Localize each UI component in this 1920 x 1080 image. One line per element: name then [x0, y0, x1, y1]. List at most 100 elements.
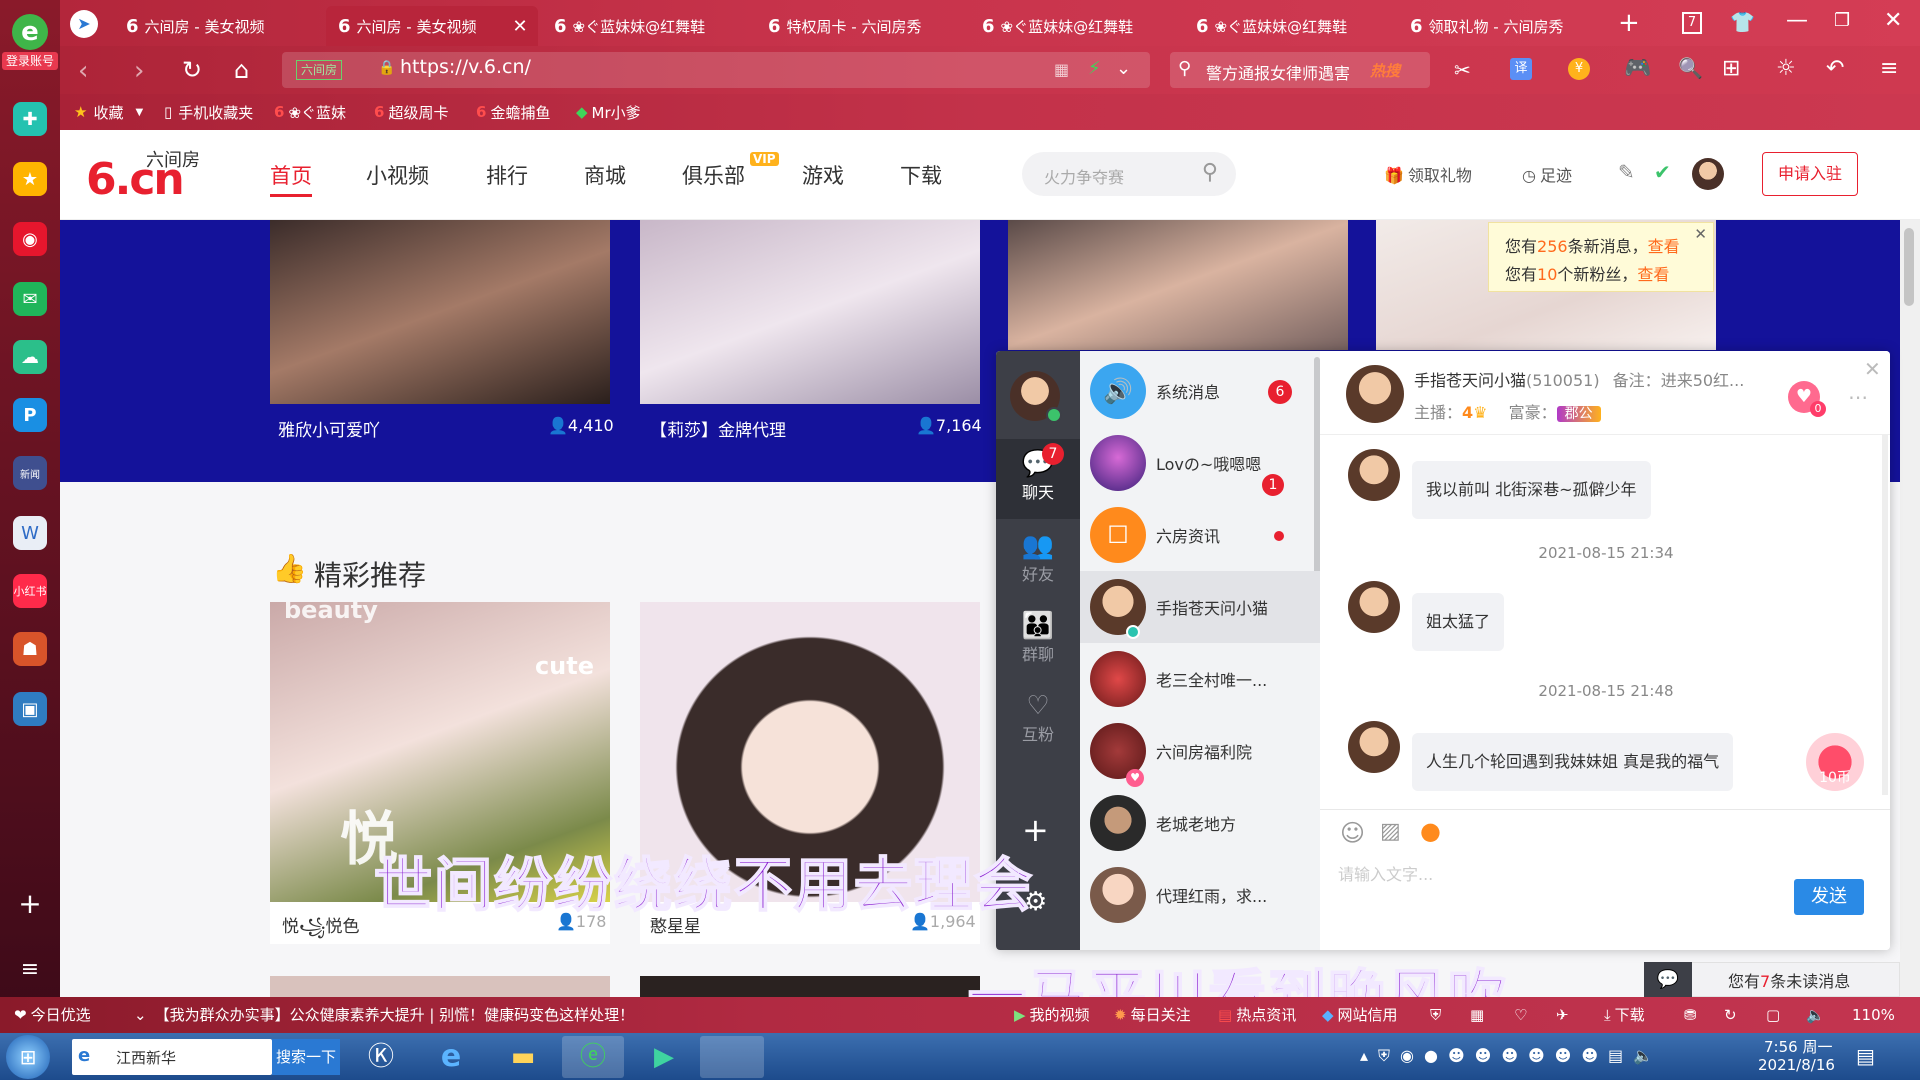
conversation-item[interactable]: 老城老地方: [1080, 787, 1320, 859]
send-button[interactable]: 发送: [1794, 879, 1864, 915]
news-app-icon[interactable]: 新闻: [13, 456, 47, 490]
shield-icon[interactable]: ⛨: [1430, 997, 1441, 1033]
lightning-icon[interactable]: ⚡: [1088, 58, 1101, 79]
chat-partner-avatar[interactable]: [1346, 365, 1404, 423]
browser-tab-active[interactable]: 6 六间房 - 美女视频 ✕: [326, 6, 538, 46]
mail-icon[interactable]: ✉: [13, 282, 47, 316]
brightness-icon[interactable]: ☼: [1776, 56, 1796, 81]
refresh-icon[interactable]: ↻: [182, 56, 202, 84]
browser-tab[interactable]: 6 ❀ぐ蓝妹妹@红舞鞋: [542, 6, 752, 46]
today-picks[interactable]: ❤ 今日优选: [14, 997, 91, 1033]
conversation-item[interactable]: ☐ 六房资讯: [1080, 499, 1320, 571]
new-tab-icon[interactable]: +: [1618, 8, 1640, 38]
skin-icon[interactable]: 👕: [1730, 10, 1755, 34]
chat-partner-name[interactable]: 手指苍天问小猫: [1414, 371, 1526, 390]
taskbar-browser-icon[interactable]: ⓔ: [562, 1036, 624, 1078]
apps-grid-icon[interactable]: ⊞: [1722, 56, 1740, 81]
chat-rail-groups[interactable]: 👪 群聊: [996, 611, 1080, 681]
chat-rail-mutual[interactable]: ♡ 互粉: [996, 691, 1080, 761]
account-login-label[interactable]: 登录账号: [2, 52, 58, 70]
red-app-icon[interactable]: 小红书: [13, 574, 47, 608]
tray-icons[interactable]: ▴⛨◉●☻☻☻☻☻☻▤🔈: [1360, 1046, 1663, 1066]
bookmark-item[interactable]: 6 超级周卡: [374, 94, 448, 130]
nav-home[interactable]: 首页: [270, 160, 312, 197]
conversation-item-selected[interactable]: 手指苍天问小猫: [1080, 571, 1320, 643]
conversation-item[interactable]: Lovの~哦嗯嗯: [1080, 427, 1320, 499]
user-avatar[interactable]: [1692, 158, 1724, 190]
menu-list-icon[interactable]: ≡: [13, 952, 47, 986]
close-icon[interactable]: ✕: [1694, 225, 1707, 243]
status-my-video[interactable]: ▶ 我的视频: [1014, 997, 1090, 1033]
history-action[interactable]: ◷ 足迹: [1522, 162, 1572, 186]
main-menu-icon[interactable]: ≡: [1880, 56, 1898, 81]
browser-tab[interactable]: 6 领取礼物 - 六间房秀: [1398, 6, 1608, 46]
conversation-item[interactable]: 代理红雨，求...: [1080, 859, 1320, 931]
minimize-icon[interactable]: —: [1786, 8, 1808, 33]
image-app-icon[interactable]: ▣: [13, 692, 47, 726]
taskbar-search-button[interactable]: 搜索一下: [272, 1039, 340, 1075]
live-card-thumbnail[interactable]: [1008, 220, 1348, 350]
url-text[interactable]: https://v.6.cn/: [400, 56, 531, 78]
sticker-icon[interactable]: ●: [1420, 817, 1441, 845]
browser-tab[interactable]: 6 ❀ぐ蓝妹妹@红舞鞋: [1184, 6, 1394, 46]
chat-rail-friends[interactable]: 👥 好友: [996, 531, 1080, 601]
page-scrollbar-thumb[interactable]: [1904, 228, 1914, 306]
zoom-level[interactable]: 110%: [1852, 997, 1895, 1033]
nav-club[interactable]: 俱乐部: [682, 160, 745, 190]
recommend-card-title[interactable]: 悦꧁悦色: [282, 912, 360, 948]
apply-button[interactable]: 申请入驻: [1762, 152, 1858, 196]
restore-icon[interactable]: ❐: [1834, 10, 1850, 31]
undo-icon[interactable]: ↶: [1826, 56, 1844, 81]
conversation-item[interactable]: 老三全村唯一...: [1080, 643, 1320, 715]
close-window-icon[interactable]: ✕: [1884, 8, 1902, 33]
tab-home-icon[interactable]: ➤: [70, 10, 98, 38]
page-scrollbar[interactable]: [1900, 220, 1920, 997]
add-app-icon[interactable]: +: [13, 886, 47, 920]
status-daily[interactable]: ✹ 每日关注: [1114, 997, 1191, 1033]
gamepad-icon[interactable]: 🎮: [1624, 56, 1651, 81]
back-icon[interactable]: ‹: [78, 56, 88, 86]
search-icon[interactable]: ⚲: [1178, 58, 1191, 79]
image-icon[interactable]: ▨: [1380, 819, 1401, 844]
search-icon[interactable]: ⚲: [1202, 160, 1218, 185]
translate-icon[interactable]: 译: [1510, 58, 1532, 80]
star-favorites-icon[interactable]: ★: [13, 162, 47, 196]
tab-count-badge[interactable]: 7: [1682, 12, 1702, 34]
find-icon[interactable]: 🔍: [1678, 56, 1703, 80]
browser-tab[interactable]: 6 六间房 - 美女视频: [114, 6, 324, 46]
start-button-icon[interactable]: ⊞: [6, 1035, 50, 1079]
site-search-box[interactable]: 火力争夺赛 ⚲: [1022, 152, 1236, 196]
taskbar-player-icon[interactable]: ▶: [636, 1036, 692, 1078]
taskbar-app-k-icon[interactable]: Ⓚ: [356, 1036, 406, 1078]
nav-games[interactable]: 游戏: [802, 160, 844, 190]
cloud-icon[interactable]: ☁: [13, 340, 47, 374]
volume-icon[interactable]: 🔈: [1806, 997, 1825, 1033]
notice-fans-link[interactable]: 查看: [1637, 265, 1669, 284]
gift-action[interactable]: 🎁 领取礼物: [1384, 162, 1472, 186]
plus-app-icon[interactable]: ✚: [13, 102, 47, 136]
nav-ranking[interactable]: 排行: [486, 160, 528, 190]
chat-input[interactable]: 请输入文字...: [1338, 861, 1433, 885]
site-logo[interactable]: 6.cn 六间房: [86, 146, 216, 206]
weibo-icon[interactable]: ◉: [13, 222, 47, 256]
coin-heart-icon[interactable]: 10币: [1806, 733, 1864, 791]
coin-icon[interactable]: ¥: [1568, 58, 1590, 80]
news-headline[interactable]: ⌄ 【我为群众办实事】公众健康素养大提升 | 别慌！健康码变色这样处理！: [134, 997, 634, 1033]
message-avatar[interactable]: [1348, 721, 1400, 773]
taskbar-app-avatar-icon[interactable]: [700, 1036, 764, 1078]
hot-search-text[interactable]: 警方通报女律师遇害: [1206, 60, 1350, 84]
scissors-icon[interactable]: ✂: [1454, 58, 1471, 82]
message-avatar[interactable]: [1348, 449, 1400, 501]
heartbeat-icon[interactable]: ♡: [1514, 997, 1527, 1033]
home-icon[interactable]: ⌂: [234, 56, 249, 84]
check-icon[interactable]: ✔: [1654, 160, 1671, 184]
browser-tab[interactable]: 6 特权周卡 - 六间房秀: [756, 6, 966, 46]
live-card-thumbnail[interactable]: [640, 220, 980, 404]
status-download[interactable]: ⤓ 下载: [1604, 997, 1645, 1033]
p-app-icon[interactable]: P: [13, 398, 47, 432]
conversation-item[interactable]: 六间房福利院: [1080, 715, 1320, 787]
live-card-title[interactable]: 【莉莎】金牌代理: [650, 416, 786, 441]
notification-icon[interactable]: ▤: [1856, 1044, 1875, 1068]
document-icon[interactable]: W: [13, 516, 47, 550]
dropdown-icon[interactable]: ⌄: [1116, 58, 1131, 79]
